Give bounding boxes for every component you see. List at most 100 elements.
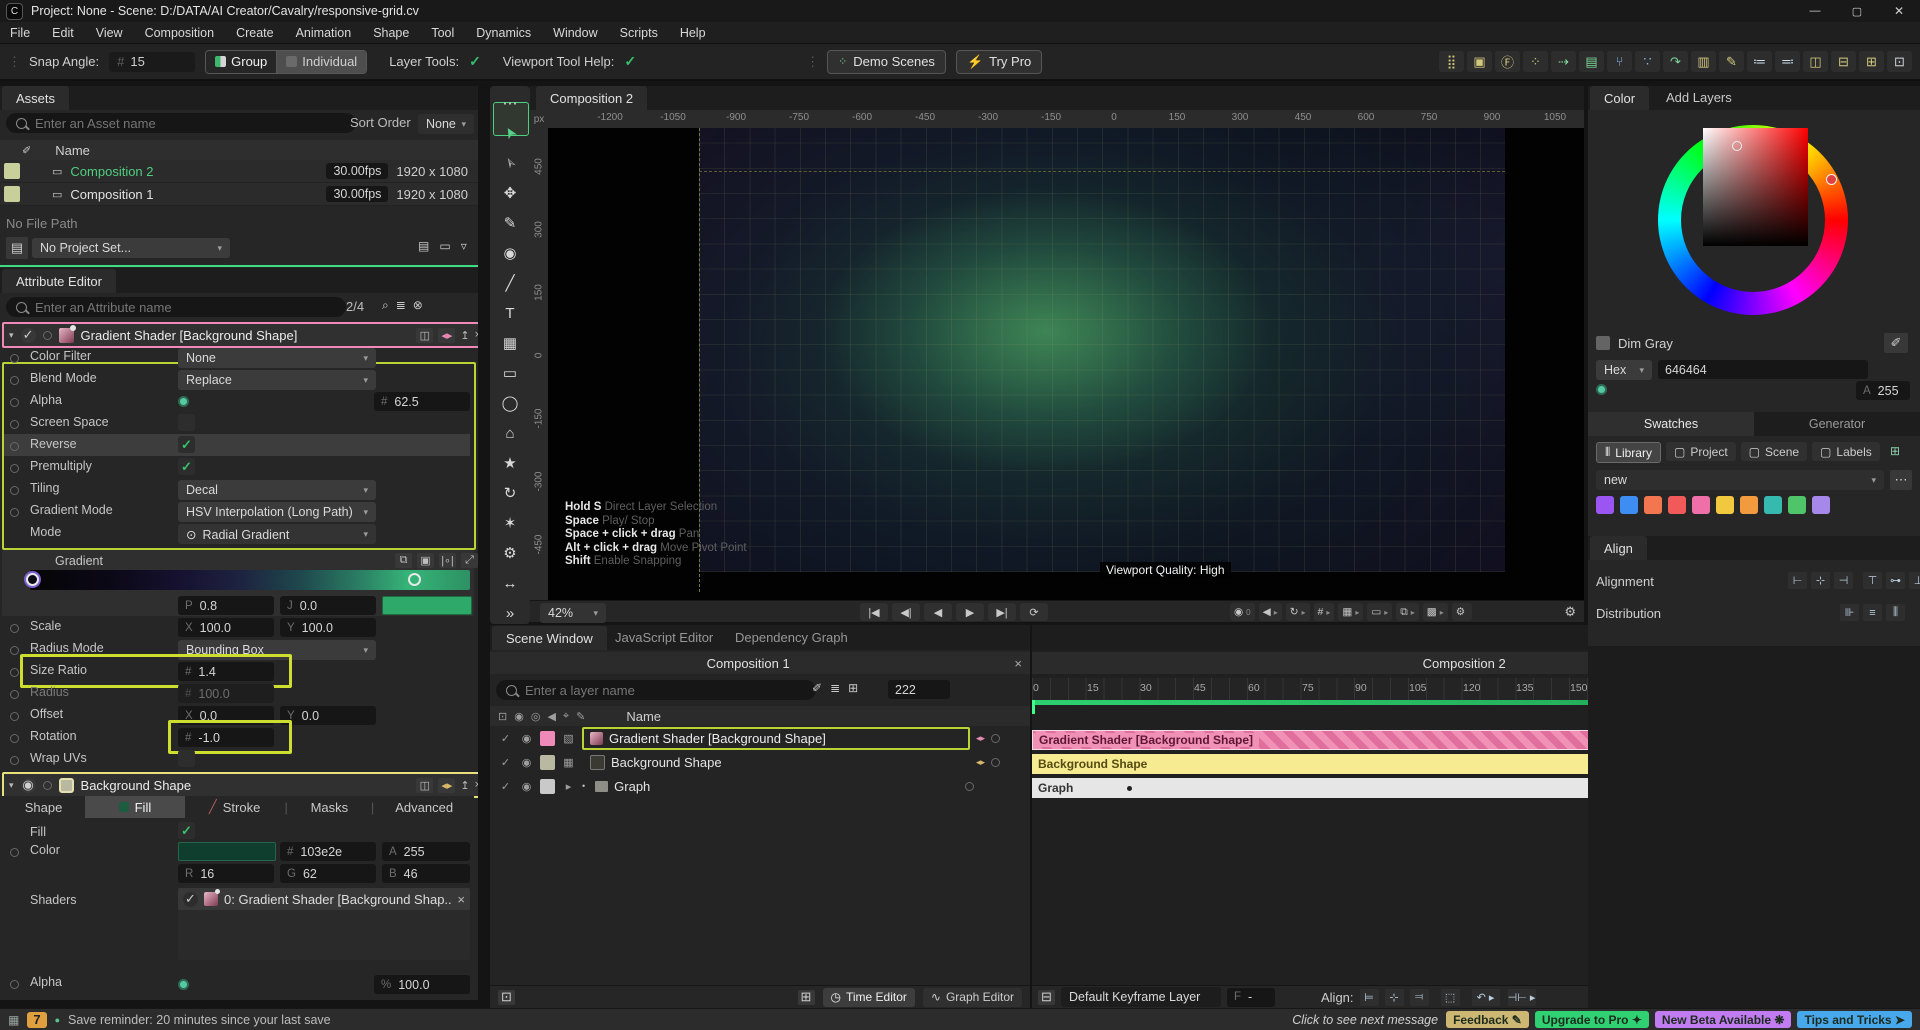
visibility-eye-icon[interactable]: ◉ bbox=[519, 780, 534, 793]
sort-order-dropdown[interactable]: None▾ bbox=[418, 114, 474, 134]
toolbar-utility-icon[interactable]: ▥ bbox=[1691, 51, 1716, 72]
enabled-check-icon[interactable]: ✓ bbox=[21, 328, 36, 343]
shape-alpha-field[interactable]: %100.0 bbox=[374, 975, 470, 994]
try-pro-button[interactable]: ⚡ Try Pro bbox=[956, 50, 1042, 74]
shape-title[interactable]: Background Shape bbox=[81, 778, 410, 793]
remove-shader-icon[interactable]: × bbox=[457, 892, 465, 907]
visibility-eye-icon[interactable]: ◉ bbox=[519, 732, 534, 745]
hue-cursor[interactable] bbox=[1826, 174, 1837, 185]
close-icon[interactable]: × bbox=[475, 779, 478, 791]
menu-item[interactable]: Help bbox=[680, 26, 706, 40]
tool-icon[interactable]: ⋯ bbox=[503, 88, 518, 118]
scene-button[interactable]: ▢Scene bbox=[1741, 442, 1807, 461]
pin-icon[interactable]: ↥ bbox=[460, 779, 469, 792]
folder-icon[interactable]: ▤ bbox=[418, 239, 429, 253]
tab-scene-window[interactable]: Scene Window bbox=[492, 626, 607, 650]
shader-title[interactable]: Gradient Shader [Background Shape] bbox=[81, 328, 410, 343]
asset-row[interactable]: ▭ Composition 1 30.00fps 1920 x 1080 bbox=[0, 183, 478, 206]
layer-row[interactable]: ✓ ◉ ▦ Background Shape ◂▸ bbox=[490, 750, 1030, 774]
alpha-value-field[interactable]: #62.5 bbox=[374, 392, 470, 411]
shader-nav-icon[interactable]: ◂▸ bbox=[976, 733, 985, 744]
tool-icon[interactable]: ⌂ bbox=[505, 418, 514, 448]
fill-checkbox[interactable]: ✓ bbox=[178, 822, 195, 839]
visibility-eye-icon[interactable]: ◉ bbox=[519, 756, 534, 769]
tab-stroke[interactable]: ╱ Stroke bbox=[185, 799, 285, 815]
layer-name[interactable]: Graph bbox=[614, 779, 650, 794]
zoom-level-dropdown[interactable]: 42%▾ bbox=[540, 603, 606, 623]
asset-name[interactable]: Composition 1 bbox=[70, 187, 318, 202]
playback-button[interactable]: ▶ bbox=[956, 603, 984, 621]
layout-icon[interactable]: ◫ bbox=[416, 328, 433, 343]
enabled-check-icon[interactable]: ✓ bbox=[498, 732, 513, 745]
align-top-icon[interactable]: ⊤ bbox=[1863, 572, 1882, 589]
align-bottom-icon[interactable]: ⊥ bbox=[1909, 572, 1920, 589]
gradient-stops-icon[interactable]: |∘| bbox=[439, 553, 456, 568]
viewport-option-icon[interactable]: ↻▸ bbox=[1286, 603, 1310, 621]
toolbar-utility-icon[interactable]: ⊞ bbox=[1859, 51, 1884, 72]
tab-generator[interactable]: Generator bbox=[1754, 412, 1920, 436]
tool-icon[interactable]: ★ bbox=[503, 448, 516, 478]
toolbar-utility-icon[interactable]: ⊡ bbox=[1887, 51, 1912, 72]
swatch-more-button[interactable]: ⋯ bbox=[1890, 470, 1912, 490]
minimize-button[interactable]: — bbox=[1794, 0, 1836, 22]
enabled-check-icon[interactable]: ✓ bbox=[183, 892, 198, 907]
layer-row[interactable]: ✓ ◉ ▧ Gradient Shader [Background Shape]… bbox=[490, 726, 1030, 750]
attribute-editor-tab[interactable]: Attribute Editor bbox=[2, 269, 116, 293]
blend-mode-dropdown[interactable]: Replace▾ bbox=[178, 370, 376, 390]
distribute-vertical-icon[interactable]: ≡ bbox=[1863, 604, 1882, 621]
marquee-icon[interactable]: ⬚ bbox=[1441, 989, 1460, 1006]
hex-mode-dropdown[interactable]: Hex▾ bbox=[1596, 360, 1652, 380]
tab-javascript-editor[interactable]: JavaScript Editor bbox=[615, 630, 713, 645]
reverse-checkbox[interactable]: ✓ bbox=[178, 436, 195, 453]
color-swatch[interactable] bbox=[1668, 496, 1686, 514]
menu-item[interactable]: Tool bbox=[431, 26, 454, 40]
sv-cursor[interactable] bbox=[1732, 141, 1742, 151]
tool-icon[interactable]: ➤ bbox=[494, 120, 526, 146]
layer-name-box[interactable]: Gradient Shader [Background Shape] bbox=[582, 727, 970, 750]
message-count-badge[interactable]: 7 bbox=[27, 1012, 46, 1028]
gradient-stop-color-swatch[interactable] bbox=[382, 596, 472, 615]
distribute-horizontal-icon[interactable]: ⊪ bbox=[1840, 604, 1859, 621]
gradient-stop-left[interactable] bbox=[26, 573, 39, 586]
layer-tools-check-icon[interactable]: ✓ bbox=[469, 53, 481, 70]
keyframe-layer-icon[interactable]: ⊟ bbox=[1038, 990, 1055, 1005]
expand-arrow-icon[interactable]: ▸ bbox=[561, 780, 576, 793]
close-tab-icon[interactable]: × bbox=[1006, 656, 1030, 671]
toolbar-utility-icon[interactable]: Ⓕ bbox=[1495, 51, 1520, 72]
solo-circle-icon[interactable] bbox=[43, 781, 52, 790]
tab-dependency-graph[interactable]: Dependency Graph bbox=[735, 630, 848, 645]
editor-mode-icon[interactable]: ⊞ bbox=[798, 990, 815, 1005]
prev-next-icon[interactable]: ◂▸ bbox=[438, 778, 455, 793]
tool-icon[interactable]: ⚙ bbox=[503, 538, 516, 568]
library-button[interactable]: ⦀Library bbox=[1596, 442, 1661, 463]
viewport-composition-tab[interactable]: Composition 2 bbox=[536, 86, 647, 110]
layer-row[interactable]: ✓ ◉ ▸ • Graph bbox=[490, 774, 1030, 798]
track-label[interactable]: Background Shape bbox=[1032, 757, 1153, 771]
color-swatch[interactable] bbox=[1764, 496, 1782, 514]
align-keys-right-icon[interactable]: ⫤ bbox=[1410, 989, 1429, 1006]
tab-fill[interactable]: Fill bbox=[85, 796, 185, 818]
color-alpha-field[interactable]: A255 bbox=[1856, 381, 1910, 400]
pivot-icon[interactable]: ⊣⊢ ▸ bbox=[1508, 989, 1536, 1006]
enabled-check-icon[interactable]: ✓ bbox=[498, 756, 513, 769]
color-swatch[interactable] bbox=[1644, 496, 1662, 514]
gradient-mode-dropdown[interactable]: HSV Interpolation (Long Path)▾ bbox=[178, 502, 376, 522]
state-circle-icon[interactable] bbox=[991, 734, 1000, 743]
viewport-help-check-icon[interactable]: ✓ bbox=[624, 53, 636, 70]
track-label[interactable]: Gradient Shader [Background Shape] bbox=[1033, 733, 1259, 747]
layer-count-field[interactable]: 222 bbox=[888, 680, 950, 699]
fill-g-field[interactable]: G62 bbox=[280, 864, 376, 883]
scale-y-field[interactable]: Y100.0 bbox=[280, 618, 376, 637]
premultiply-checkbox[interactable]: ✓ bbox=[178, 458, 195, 475]
layer-name[interactable]: Gradient Shader [Background Shape] bbox=[609, 731, 826, 746]
tool-icon[interactable]: T bbox=[505, 298, 514, 328]
prev-next-icon[interactable]: ◂▸ bbox=[438, 328, 455, 343]
zoom-search-icon[interactable]: ⌕ bbox=[382, 298, 389, 313]
graph-editor-button[interactable]: ∿Graph Editor bbox=[923, 988, 1022, 1007]
status-grid-icon[interactable]: ▦ bbox=[8, 1013, 19, 1027]
tab-advanced[interactable]: Advanced bbox=[374, 800, 474, 815]
align-keys-left-icon[interactable]: ⊨ bbox=[1360, 989, 1379, 1006]
trash-icon[interactable]: ▿ bbox=[461, 239, 467, 253]
menu-item[interactable]: Animation bbox=[296, 26, 352, 40]
fill-r-field[interactable]: R16 bbox=[178, 864, 274, 883]
